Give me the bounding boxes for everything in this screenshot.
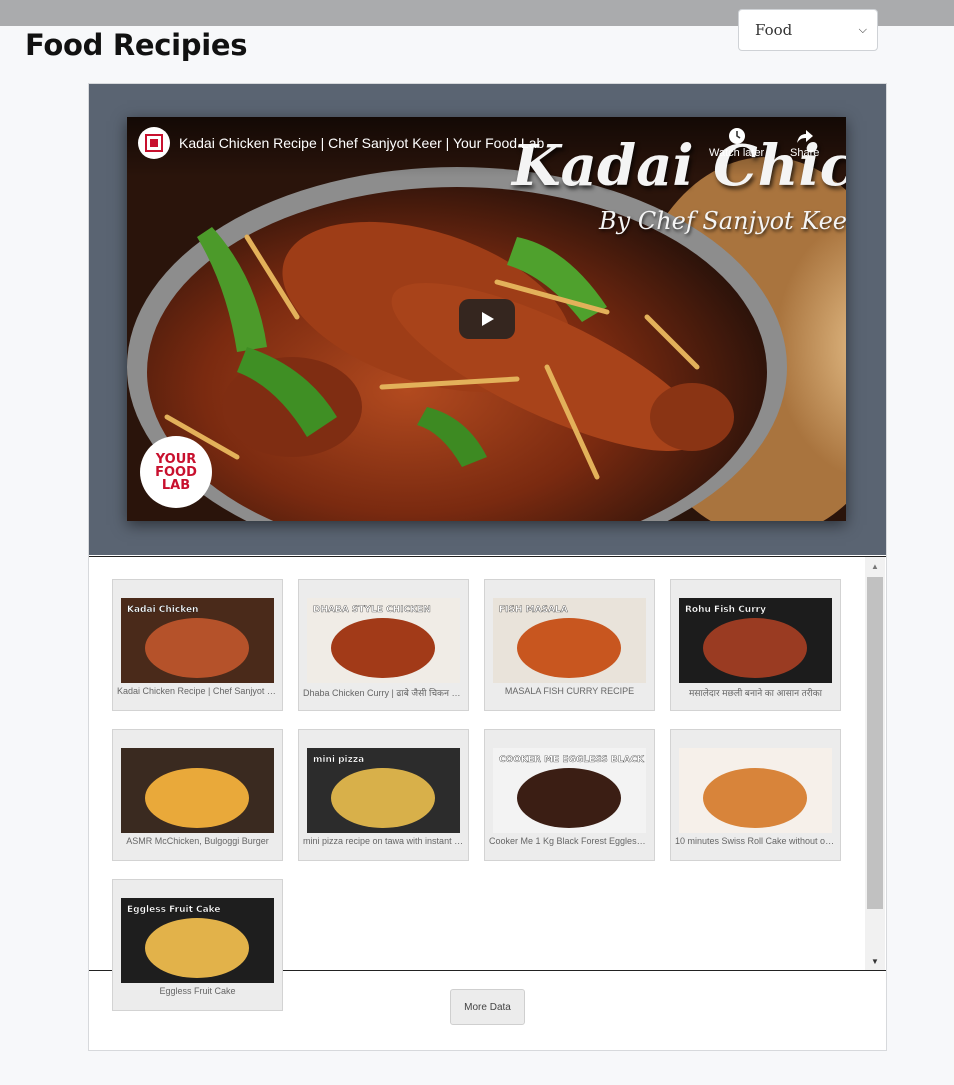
- thumbnail-overlay-text: Kadai Chicken: [127, 605, 198, 615]
- video-thumbnail: FISH MASALA: [493, 598, 646, 683]
- video-thumbnail: Rohu Fish Curry: [679, 598, 832, 683]
- channel-avatar[interactable]: [138, 127, 170, 159]
- video-thumbnail: [121, 748, 274, 833]
- video-thumbnail: [679, 748, 832, 833]
- video-list: Kadai Chicken Kadai Chicken Recipe | Chef…: [89, 556, 886, 1011]
- video-tile[interactable]: Kadai Chicken Kadai Chicken Recipe | Chef…: [112, 579, 283, 711]
- thumbnail-overlay-text: Eggless Fruit Cake: [127, 905, 221, 915]
- scroll-up-icon[interactable]: ▲: [865, 557, 885, 575]
- video-thumbnail: Kadai Chicken: [121, 598, 274, 683]
- main-card: Kadai Chicken By Chef Sanjyot Keer Kadai…: [88, 83, 887, 1051]
- thumbnail-overlay-text: Rohu Fish Curry: [685, 605, 766, 615]
- play-icon: [482, 312, 494, 326]
- video-tile[interactable]: Rohu Fish Curry मसालेदार मछली बनाने का आस…: [670, 579, 841, 711]
- player-stage: Kadai Chicken By Chef Sanjyot Keer Kadai…: [89, 84, 886, 555]
- category-select-value: Food: [755, 21, 793, 39]
- video-caption: Cooker Me 1 Kg Black Forest Eggless Cake: [489, 836, 650, 846]
- thumbnail-overlay-text: mini pizza: [313, 755, 364, 765]
- video-caption: मसालेदार मछली बनाने का आसान तरीका: [688, 688, 822, 698]
- scroll-down-icon[interactable]: ▼: [865, 952, 885, 970]
- video-tile[interactable]: DHABA STYLE CHICKEN Dhaba Chicken Curry |…: [298, 579, 469, 711]
- clock-icon: [728, 128, 745, 144]
- watch-later-button[interactable]: Watch later: [709, 127, 764, 159]
- video-caption: MASALA FISH CURRY RECIPE: [504, 686, 635, 696]
- scroll-thumb[interactable]: [867, 577, 883, 909]
- video-tile[interactable]: FISH MASALA MASALA FISH CURRY RECIPE: [484, 579, 655, 711]
- channel-logo-icon: [145, 134, 163, 152]
- video-thumbnail: DHABA STYLE CHICKEN: [307, 598, 460, 683]
- video-tile[interactable]: COOKER ME EGGLESS BLACK FOREST CAKE Cooke…: [484, 729, 655, 861]
- thumbnail-overlay-text: DHABA STYLE CHICKEN: [313, 605, 431, 615]
- share-button[interactable]: Share: [790, 127, 819, 159]
- category-select[interactable]: Food ⌵: [738, 9, 878, 51]
- play-button[interactable]: [459, 299, 515, 339]
- video-player[interactable]: Kadai Chicken By Chef Sanjyot Keer Kadai…: [127, 117, 846, 521]
- thumbnail-subtitle: By Chef Sanjyot Keer: [599, 207, 846, 235]
- video-thumbnail: Eggless Fruit Cake: [121, 898, 274, 983]
- video-tile[interactable]: 10 minutes Swiss Roll Cake without oven: [670, 729, 841, 861]
- video-thumbnail: mini pizza: [307, 748, 460, 833]
- video-caption: Eggless Fruit Cake: [159, 986, 236, 996]
- video-caption: 10 minutes Swiss Roll Cake without oven: [675, 836, 836, 846]
- scrollbar[interactable]: ▲ ▼: [865, 557, 885, 970]
- video-tile[interactable]: mini pizza mini pizza recipe on tawa with…: [298, 729, 469, 861]
- video-tile[interactable]: Eggless Fruit Cake Eggless Fruit Cake: [112, 879, 283, 1011]
- video-tile[interactable]: ASMR McChicken, Bulgoggi Burger: [112, 729, 283, 861]
- share-icon: [796, 130, 813, 143]
- brand-logo-line: FOOD: [155, 464, 197, 480]
- brand-logo: YOUR FOOD LAB: [140, 436, 212, 508]
- video-thumbnail: COOKER ME EGGLESS BLACK FOREST CAKE: [493, 748, 646, 833]
- page-title: Food Recipies: [25, 28, 248, 62]
- video-caption: mini pizza recipe on tawa with instant d…: [303, 836, 464, 846]
- brand-logo-line: LAB: [161, 477, 191, 493]
- video-title-link[interactable]: Kadai Chicken Recipe | Chef Sanjyot Keer…: [179, 135, 544, 151]
- chevron-down-icon: ⌵: [858, 23, 867, 36]
- brand-logo-line: YOUR: [155, 451, 197, 467]
- video-caption: ASMR McChicken, Bulgoggi Burger: [126, 836, 269, 846]
- more-data-button[interactable]: More Data: [450, 989, 525, 1025]
- thumbnail-overlay-text: FISH MASALA: [499, 605, 568, 615]
- thumbnail-overlay-text: COOKER ME EGGLESS BLACK FOREST CAKE: [499, 755, 646, 765]
- watch-later-label: Watch later: [709, 147, 765, 159]
- share-label: Share: [790, 147, 820, 159]
- video-caption: Dhaba Chicken Curry | ढाबे जैसी चिकन करी: [303, 688, 464, 698]
- video-caption: Kadai Chicken Recipe | Chef Sanjyot Keer…: [117, 686, 278, 696]
